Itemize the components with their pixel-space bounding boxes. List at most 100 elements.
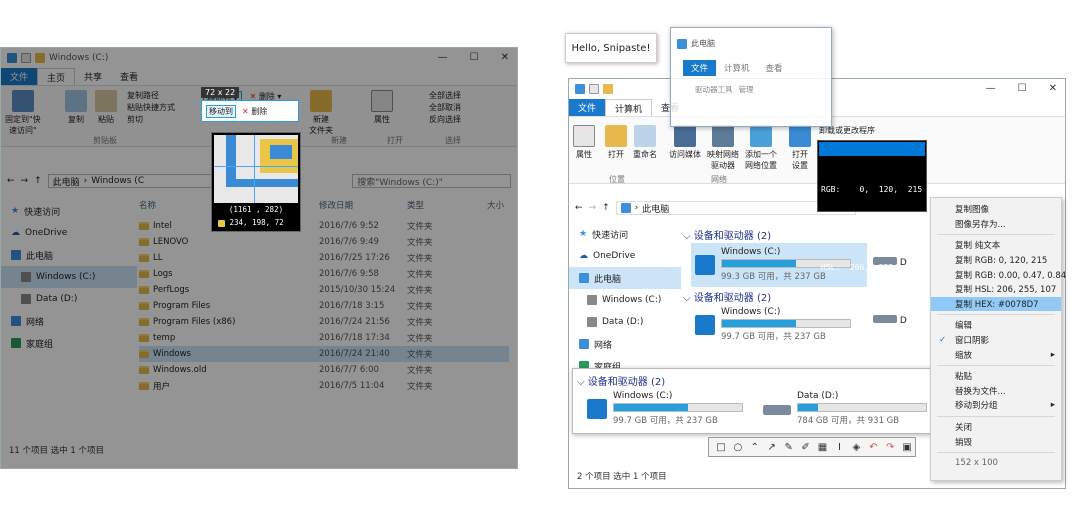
table-row[interactable]: 用户 2016/7/5 11:04 文件夹 xyxy=(139,378,509,394)
menu-copy-plain-text[interactable]: 复制 纯文本 xyxy=(931,238,1061,253)
arrow-icon[interactable]: ↗ xyxy=(764,439,780,455)
pin-button[interactable]: 固定到"快 速访问" xyxy=(5,90,41,136)
table-row[interactable]: Program Files 2016/7/18 3:15 文件夹 xyxy=(139,298,509,314)
nav-drive-c[interactable]: Windows (C:) xyxy=(569,289,681,311)
nav-quick-access[interactable]: ★ 快速访问 xyxy=(1,200,137,222)
forward-icon[interactable]: → xyxy=(21,176,29,186)
window-controls[interactable]: — ☐ ✕ xyxy=(438,52,509,63)
table-row[interactable]: Intel 2016/7/6 9:52 文件夹 xyxy=(139,218,509,234)
nav-onedrive[interactable]: ☁ OneDrive xyxy=(1,222,137,244)
header-date[interactable]: 修改日期 xyxy=(319,199,407,211)
table-row[interactable]: Windows.old 2016/7/7 6:00 文件夹 xyxy=(139,362,509,378)
table-row[interactable]: Windows 2016/7/24 21:40 文件夹 xyxy=(139,346,509,362)
menu-copy-rgb-float[interactable]: 复制 RGB: 0.00, 0.47, 0.84 xyxy=(931,267,1066,282)
select-none-button[interactable]: 全部取消 xyxy=(429,102,461,114)
save-icon[interactable]: ▣ xyxy=(899,439,915,455)
menu-save-image-as[interactable]: 图像另存为... xyxy=(931,217,1061,232)
tab-view[interactable]: 查看 xyxy=(111,68,147,85)
nav-network[interactable]: 网络 xyxy=(1,310,137,332)
properties-button[interactable]: 属性 xyxy=(573,125,595,160)
copy-path-button[interactable]: 复制路径 xyxy=(127,90,175,102)
back-icon[interactable]: ← xyxy=(575,203,583,213)
pencil-icon[interactable]: ✎ xyxy=(781,439,797,455)
ellipse-icon[interactable]: ○ xyxy=(730,439,746,455)
menu-copy-image[interactable]: 复制图像 xyxy=(931,202,1061,217)
section-devices[interactable]: ⌵ 设备和驱动器 (2) xyxy=(683,227,771,242)
back-icon[interactable]: ← xyxy=(7,176,15,186)
menu-window-shadow[interactable]: ✓ 窗口阴影 xyxy=(931,333,1061,348)
text-icon[interactable]: I xyxy=(831,439,847,455)
window-controls[interactable]: — ☐ ✕ xyxy=(986,83,1057,94)
invert-selection-button[interactable]: 反向选择 xyxy=(429,114,461,126)
menu-paste[interactable]: 粘贴 xyxy=(931,369,1061,384)
table-row[interactable]: Program Files (x86) 2016/7/24 21:56 文件夹 xyxy=(139,314,509,330)
maximize-icon[interactable]: ☐ xyxy=(1018,83,1027,94)
eraser-icon[interactable]: ◈ xyxy=(848,439,864,455)
table-row[interactable]: temp 2016/7/18 17:34 文件夹 xyxy=(139,330,509,346)
marker-icon[interactable]: ✐ xyxy=(798,439,814,455)
pinned-ribbon-snip[interactable]: 此电脑 文件 计算机 查看 驱动器工具 管理 xyxy=(670,27,832,127)
forward-icon[interactable]: → xyxy=(589,203,597,213)
table-row[interactable]: LL 2016/7/25 17:26 文件夹 xyxy=(139,250,509,266)
menu-move-to-group[interactable]: 移动到分组 ▸ xyxy=(931,398,1061,413)
tab-home[interactable]: 主页 xyxy=(37,68,76,85)
menu-copy-hex[interactable]: 复制 HEX: #0078D7 xyxy=(931,296,1061,312)
table-row[interactable]: Logs 2016/7/6 9:58 文件夹 xyxy=(139,266,509,282)
map-drive-button[interactable]: 映射网络 驱动器 xyxy=(707,125,739,171)
tab-file[interactable]: 文件 xyxy=(1,68,38,85)
new-folder-button[interactable]: 新建 文件夹 xyxy=(309,90,333,136)
table-row[interactable]: PerfLogs 2015/10/30 15:24 文件夹 xyxy=(139,282,509,298)
menu-copy-rgb[interactable]: 复制 RGB: 0, 120, 215 xyxy=(931,253,1061,268)
close-icon[interactable]: ✕ xyxy=(1049,83,1057,94)
minimize-icon[interactable]: — xyxy=(438,52,448,63)
header-type[interactable]: 类型 xyxy=(407,199,487,211)
nav-drive-d[interactable]: Data (D:) xyxy=(569,311,681,333)
cut-button[interactable]: 剪切 xyxy=(127,114,175,126)
sticky-text-snip[interactable]: Hello, Snipaste! xyxy=(565,33,657,63)
menu-replace-with-file[interactable]: 替换为文件... xyxy=(931,384,1061,399)
nav-quick-access[interactable]: ★ 快速访问 xyxy=(569,223,681,245)
paste-button[interactable]: 粘贴 xyxy=(95,90,117,125)
nav-this-pc[interactable]: 此电脑 xyxy=(569,267,681,289)
search-input[interactable]: 搜索"Windows (C:)" xyxy=(352,174,511,188)
polyline-icon[interactable]: ⌃ xyxy=(747,439,763,455)
address-bar[interactable]: 此电脑 › Windows (C xyxy=(47,174,237,188)
nav-network[interactable]: 网络 xyxy=(569,333,681,355)
open-button[interactable]: 打开 xyxy=(605,125,627,160)
rectangle-icon[interactable]: □ xyxy=(713,439,729,455)
capture-region[interactable]: 移动到 ✕ 删除 xyxy=(201,100,299,122)
pinned-drives-snip[interactable]: ⌵ 设备和驱动器 (2) Windows (C:) 99.7 GB 可用，共 23… xyxy=(572,368,944,434)
tab-computer[interactable]: 计算机 xyxy=(605,99,653,116)
nav-drive-c[interactable]: Windows (C:) xyxy=(1,266,137,288)
copy-button[interactable]: 复制 xyxy=(65,90,87,125)
nav-onedrive[interactable]: ☁ OneDrive xyxy=(569,245,681,267)
properties-button[interactable]: 属性 xyxy=(371,90,393,125)
undo-icon[interactable]: ↶ xyxy=(865,439,881,455)
access-media-button[interactable]: 访问媒体 xyxy=(669,125,701,160)
paste-shortcut-button[interactable]: 粘贴快捷方式 xyxy=(127,102,175,114)
close-icon[interactable]: ✕ xyxy=(501,52,509,63)
redo-icon[interactable]: ↷ xyxy=(882,439,898,455)
nav-this-pc[interactable]: 此电脑 xyxy=(1,244,137,266)
header-size[interactable]: 大小 xyxy=(487,199,504,211)
menu-edit[interactable]: 编辑 xyxy=(931,318,1061,333)
menu-zoom[interactable]: 缩放 ▸ xyxy=(931,347,1061,362)
tab-share[interactable]: 共享 xyxy=(75,68,111,85)
minimize-icon[interactable]: — xyxy=(986,83,996,94)
rename-button[interactable]: 重命名 xyxy=(633,125,657,160)
nav-homegroup[interactable]: 家庭组 xyxy=(1,332,137,354)
table-row[interactable]: LENOVO 2016/7/6 9:49 文件夹 xyxy=(139,234,509,250)
menu-destroy[interactable]: 销毁 xyxy=(931,434,1061,449)
section-devices-2[interactable]: ⌵ 设备和驱动器 (2) xyxy=(683,289,771,304)
up-icon[interactable]: ↑ xyxy=(34,176,42,186)
tab-file[interactable]: 文件 xyxy=(569,99,606,116)
up-icon[interactable]: ↑ xyxy=(602,203,610,213)
menu-copy-hsl[interactable]: 复制 HSL: 206, 255, 107 xyxy=(931,282,1061,297)
add-network-location-button[interactable]: 添加一个 网络位置 xyxy=(745,125,777,171)
menu-close[interactable]: 关闭 xyxy=(931,420,1061,435)
open-settings-button[interactable]: 打开 设置 xyxy=(789,125,811,171)
nav-drive-d[interactable]: Data (D:) xyxy=(1,288,137,310)
mosaic-icon[interactable]: ▦ xyxy=(815,439,831,455)
maximize-icon[interactable]: ☐ xyxy=(470,52,479,63)
select-all-button[interactable]: 全部选择 xyxy=(429,90,461,102)
